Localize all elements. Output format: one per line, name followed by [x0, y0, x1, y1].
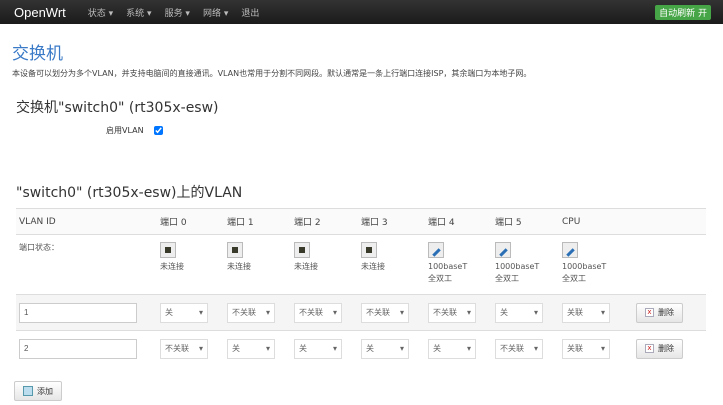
port-disconnected-icon	[294, 242, 310, 258]
port-membership-select[interactable]: 关 ▾	[361, 338, 409, 359]
port-status: 未连接	[224, 235, 291, 295]
menu-services[interactable]: 服务 ▾	[165, 6, 190, 19]
dropdown-arrow-icon: ▾	[466, 344, 471, 354]
port-status: 未连接	[157, 235, 224, 295]
port-membership-select[interactable]: 不关联 ▾	[428, 302, 476, 323]
port-membership-select[interactable]: 不关联 ▾	[294, 302, 342, 323]
dropdown-arrow-icon: ▾	[466, 308, 471, 317]
dropdown-arrow-icon: ▾	[533, 308, 538, 317]
add-vlan-button[interactable]: 添加	[14, 381, 62, 401]
port-membership-select[interactable]: 关联 ▾	[562, 338, 610, 359]
vlan-table: VLAN ID 端口 0 端口 1 端口 2 端口 3 端口 4 端口 5 CPU 端口状态：…	[16, 208, 706, 367]
delete-vlan-button[interactable]: x 删除	[636, 338, 683, 359]
port-membership-select[interactable]: 关联 ▾	[562, 302, 610, 323]
column-header: 端口 0	[160, 218, 187, 228]
vlan-id-input[interactable]	[19, 338, 137, 359]
column-header: 端口 3	[361, 218, 388, 228]
dropdown-arrow-icon: ▾	[332, 308, 337, 317]
port-membership-select[interactable]: 关 ▾	[495, 302, 543, 323]
column-header: 端口 1	[227, 218, 254, 228]
top-navbar: OpenWrt 状态 ▾ 系统 ▾ 服务 ▾ 网络 ▾ 退出 自动刷新 开	[0, 0, 723, 24]
dropdown-arrow-icon: ▾	[533, 344, 538, 354]
vlan-row: 不关联▾ 关▾ 关▾ 关▾ 关▾ 不关联▾ 关联▾ x删除	[16, 331, 706, 367]
port-membership-select[interactable]: 关 ▾	[160, 302, 208, 323]
port-status-row: 端口状态： 未连接 未连接 未连接 未连接 100baseT 全双工 1000baseT 全双工…	[16, 235, 706, 295]
dropdown-arrow-icon: ▾	[600, 344, 605, 354]
column-header: CPU	[562, 216, 581, 227]
port-disconnected-icon	[361, 242, 377, 258]
add-icon	[23, 386, 33, 396]
port-membership-select[interactable]: 关 ▾	[428, 338, 476, 359]
dropdown-arrow-icon: ▾	[399, 308, 404, 317]
column-header: 端口 5	[495, 218, 522, 228]
dropdown-arrow-icon: ▾	[600, 308, 605, 317]
port-status: 未连接	[358, 235, 425, 295]
port-status: 1000baseT 全双工	[559, 235, 633, 295]
menu-status[interactable]: 状态 ▾	[88, 6, 113, 19]
enable-vlan-checkbox[interactable]	[153, 126, 163, 135]
brand-logo[interactable]: OpenWrt	[14, 5, 66, 20]
delete-vlan-button[interactable]: x 删除	[636, 302, 683, 323]
vlan-section-title: "switch0" (rt305x-esw)上的VLAN	[16, 185, 243, 201]
port-status: 1000baseT 全双工	[492, 235, 559, 295]
delete-icon: x	[645, 344, 654, 354]
enable-vlan-label: 启用VLAN	[106, 126, 144, 135]
delete-icon: x	[645, 308, 654, 317]
port-status: 100baseT 全双工	[425, 235, 492, 295]
switch-title: 交换机"switch0" (rt305x-esw)	[16, 100, 219, 116]
dropdown-arrow-icon: ▾	[265, 308, 270, 317]
port-status: 未连接	[291, 235, 358, 295]
column-header: 端口 4	[428, 218, 455, 228]
vlan-id-input[interactable]	[19, 302, 137, 323]
menu-logout[interactable]: 退出	[241, 6, 259, 19]
menu-network[interactable]: 网络 ▾	[203, 6, 228, 19]
dropdown-arrow-icon: ▾	[265, 344, 270, 354]
port-membership-select[interactable]: 不关联 ▾	[227, 302, 275, 323]
port-connected-icon	[495, 242, 511, 258]
port-membership-select[interactable]: 不关联 ▾	[495, 338, 543, 359]
column-header: VLAN ID	[19, 216, 56, 227]
port-status-label: 端口状态：	[19, 243, 59, 252]
auto-refresh-badge[interactable]: 自动刷新 开	[655, 5, 711, 20]
port-membership-select[interactable]: 关 ▾	[294, 338, 342, 359]
dropdown-arrow-icon: ▾	[399, 344, 404, 354]
page-description: 本设备可以划分为多个VLAN，并支持电脑间的直接通讯。VLAN也常用于分割不同网…	[12, 69, 532, 78]
page-title: 交换机	[12, 44, 63, 64]
vlan-row: 关▾ 不关联▾ 不关联▾ 不关联▾ 不关联▾ 关▾ 关联▾ x删除	[16, 294, 706, 331]
column-header: 端口 2	[294, 218, 321, 228]
port-membership-select[interactable]: 关 ▾	[227, 338, 275, 359]
port-membership-select[interactable]: 不关联 ▾	[160, 338, 208, 359]
port-membership-select[interactable]: 不关联 ▾	[361, 302, 409, 323]
port-disconnected-icon	[227, 242, 243, 258]
dropdown-arrow-icon: ▾	[332, 344, 337, 354]
dropdown-arrow-icon: ▾	[198, 308, 203, 317]
port-connected-icon	[428, 242, 444, 258]
menu-system[interactable]: 系统 ▾	[126, 6, 151, 19]
port-disconnected-icon	[160, 242, 176, 258]
port-connected-icon	[562, 242, 578, 258]
dropdown-arrow-icon: ▾	[198, 344, 203, 354]
